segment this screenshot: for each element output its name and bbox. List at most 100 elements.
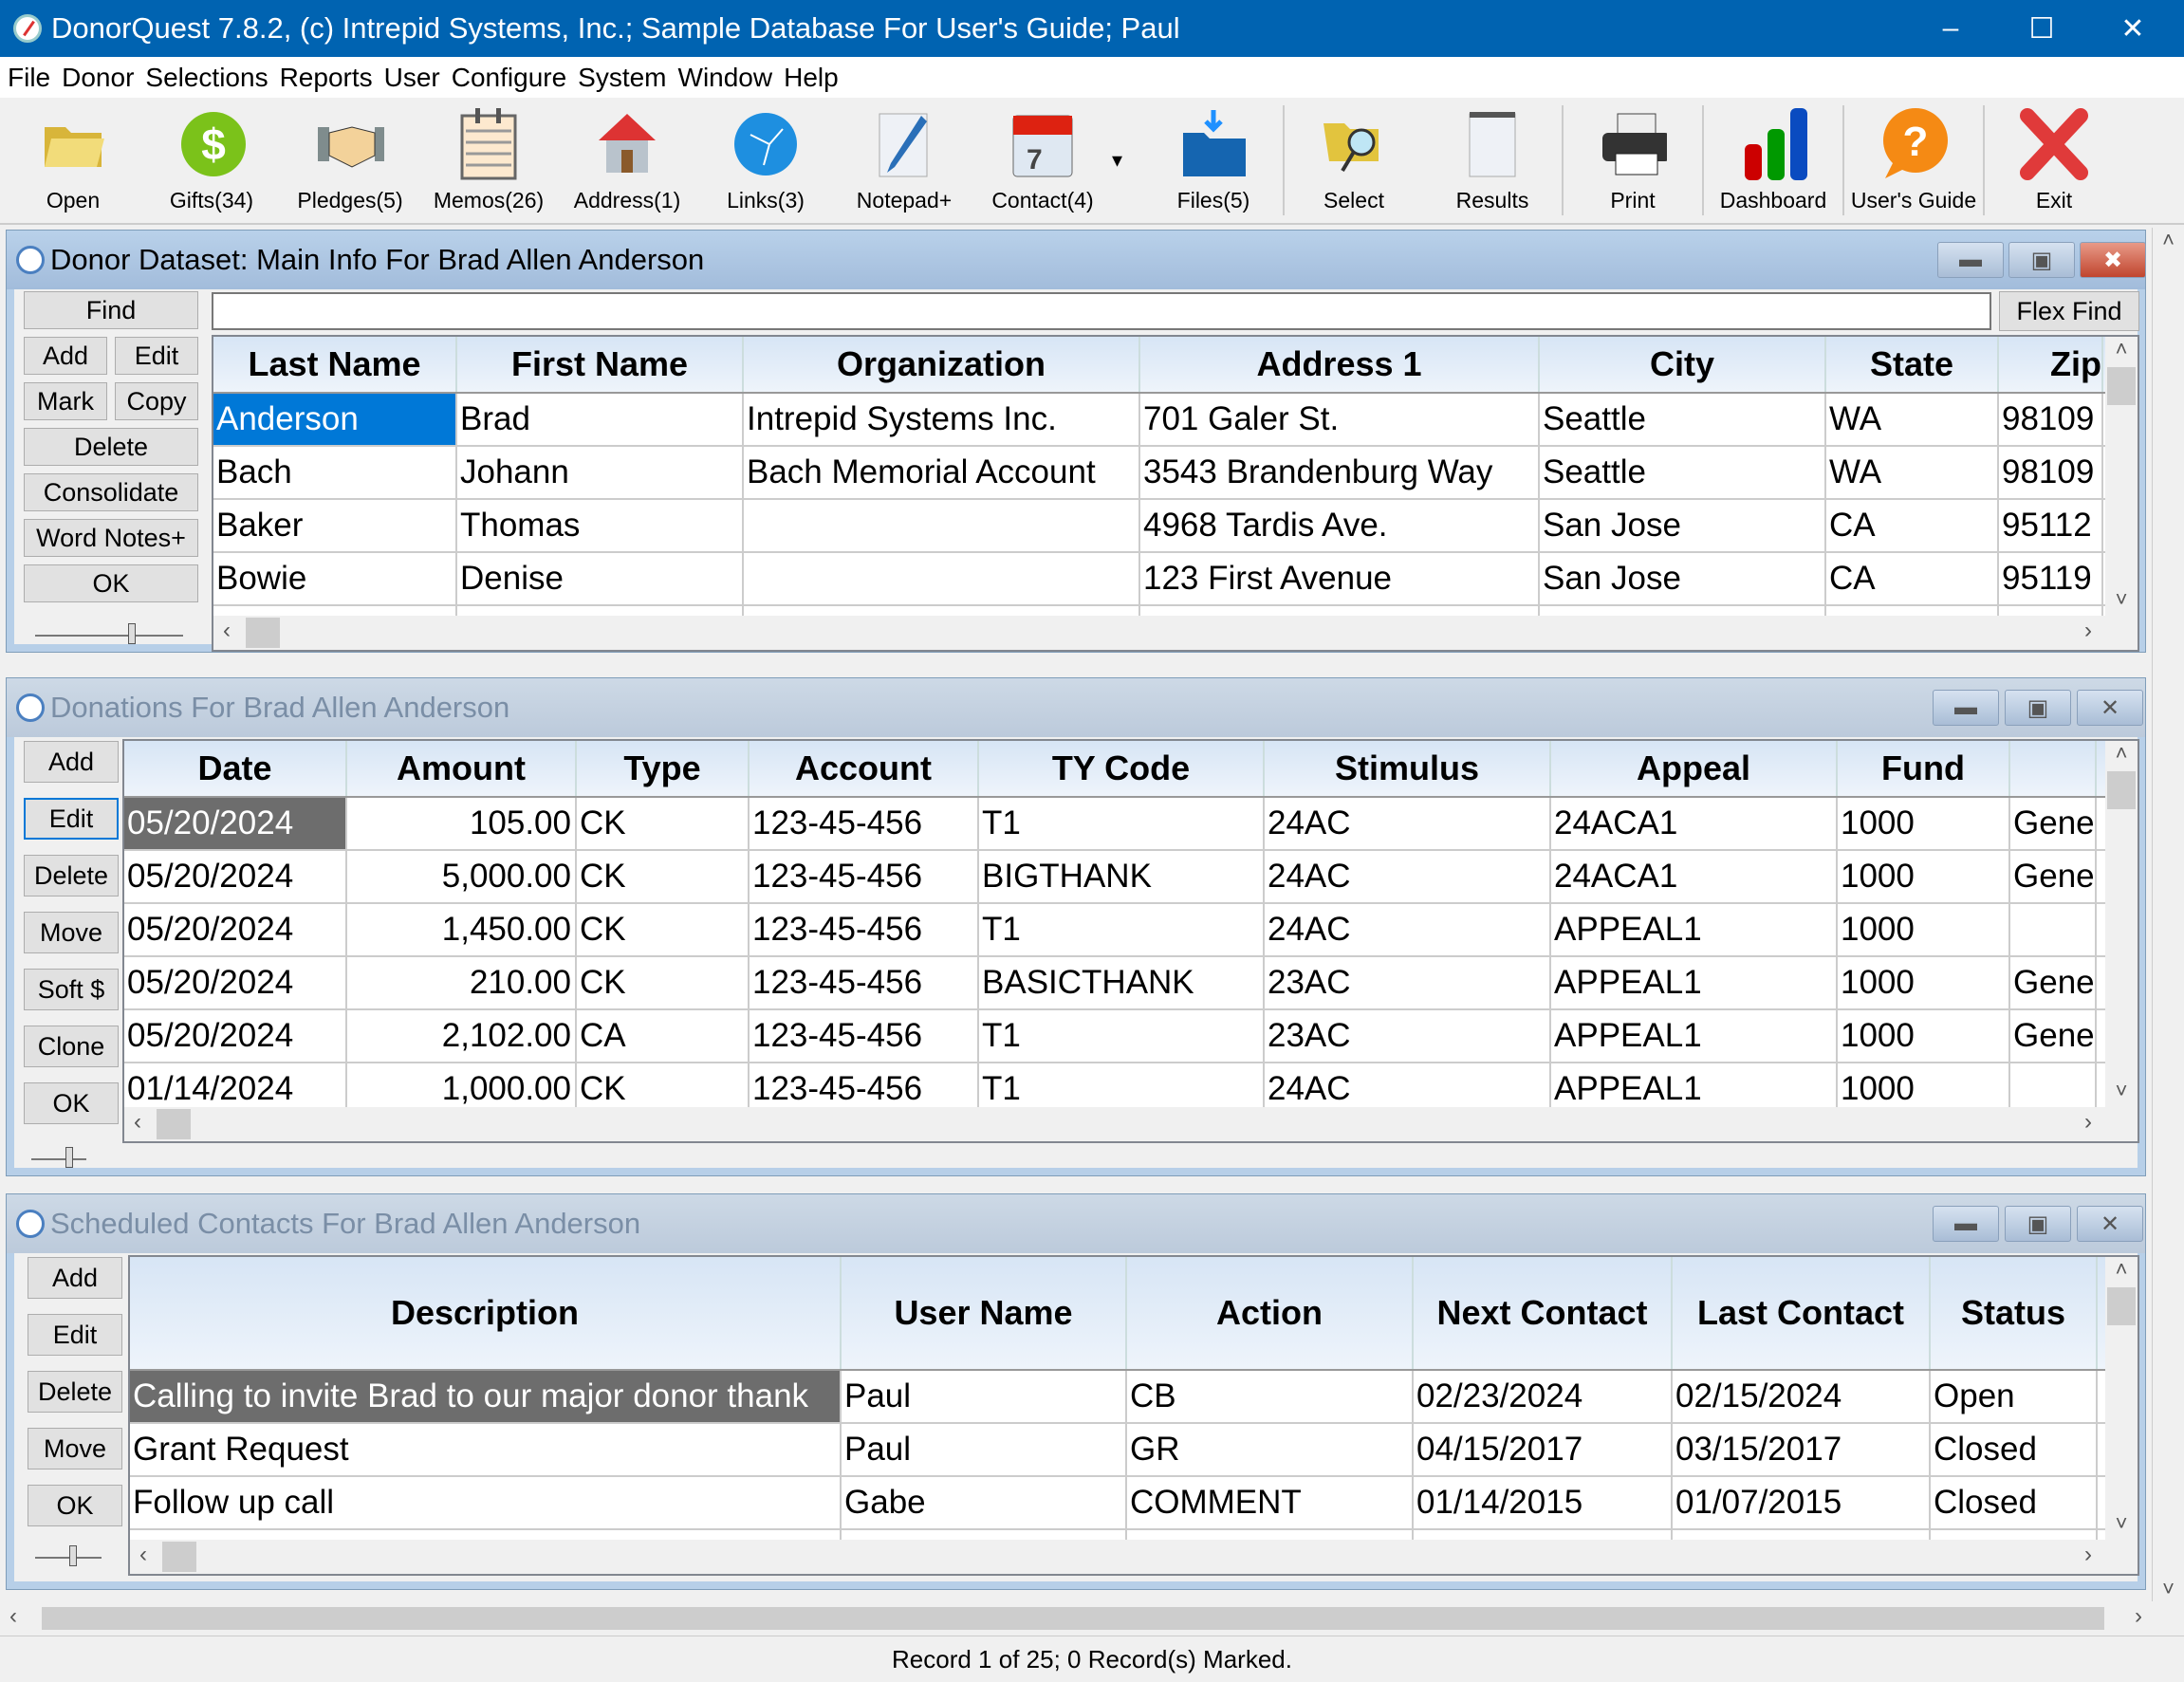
panel-minimize-button[interactable]: ▬: [1933, 1206, 1999, 1242]
table-row[interactable]: Bowie Denise 123 First Avenue San Jose CA 951…: [213, 553, 2105, 606]
consolidate-button[interactable]: Consolidate: [24, 473, 198, 511]
column-header[interactable]: Status: [1931, 1257, 2098, 1369]
table-row[interactable]: 05/20/2024 5,000.00 CK 123-45-456 BIGTHANK 24…: [124, 851, 2105, 904]
column-header[interactable]: Fund: [1838, 741, 2010, 796]
toolbar-contact-button[interactable]: 7 Contact(4): [973, 98, 1112, 223]
toolbar-results-button[interactable]: Results: [1423, 98, 1562, 223]
toolbar-files-button[interactable]: Files(5): [1144, 98, 1283, 223]
add-button[interactable]: Add: [24, 337, 107, 375]
panel-close-button[interactable]: ✕: [2077, 1206, 2143, 1242]
column-header[interactable]: Stimulus: [1265, 741, 1551, 796]
column-header[interactable]: Amount: [347, 741, 577, 796]
table-row[interactable]: Calling to invite Brad to our major dono…: [130, 1371, 2105, 1424]
mark-button[interactable]: Mark: [24, 382, 107, 420]
table-row[interactable]: 05/20/2024 2,102.00 CA 123-45-456 T1 23AC APPE…: [124, 1010, 2105, 1063]
toolbar-notepad-button[interactable]: Notepad+: [835, 98, 973, 223]
donations-ok-button[interactable]: OK: [24, 1082, 119, 1124]
grid-vertical-scrollbar[interactable]: ˄ ˅: [2105, 741, 2138, 1107]
column-header[interactable]: Last Contact: [1673, 1257, 1931, 1369]
contact-dropdown-arrow-icon[interactable]: ▾: [1112, 98, 1144, 223]
contacts-edit-button[interactable]: Edit: [28, 1314, 122, 1356]
panel-maximize-button[interactable]: ▣: [2005, 1206, 2071, 1242]
table-row[interactable]: 01/14/2024 1,000.00 CK 123-45-456 T1 24AC APPE…: [124, 1063, 2105, 1107]
column-header[interactable]: Action: [1127, 1257, 1414, 1369]
menu-user[interactable]: User: [384, 63, 440, 93]
column-header[interactable]: Zip: [1999, 337, 2103, 392]
column-header[interactable]: Date: [124, 741, 347, 796]
maximize-button[interactable]: ☐: [1996, 0, 2087, 57]
column-header[interactable]: City: [1540, 337, 1826, 392]
column-header[interactable]: Address 1: [1140, 337, 1540, 392]
column-header[interactable]: Organization: [744, 337, 1140, 392]
contacts-grid[interactable]: Description User Name Action Next Contact La…: [128, 1255, 2139, 1576]
panel-close-button[interactable]: ✕: [2077, 690, 2143, 726]
column-header[interactable]: Next Contact: [1414, 1257, 1673, 1369]
delete-button[interactable]: Delete: [24, 428, 198, 466]
grid-horizontal-scrollbar[interactable]: ‹ ›: [130, 1540, 2138, 1574]
close-button[interactable]: ✕: [2087, 0, 2178, 57]
table-row[interactable]: Baker Thomas 4968 Tardis Ave. San Jose CA 951…: [213, 500, 2105, 553]
menu-file[interactable]: File: [8, 63, 50, 93]
grid-vertical-scrollbar[interactable]: ˄ ˅: [2105, 337, 2138, 616]
grid-vertical-scrollbar[interactable]: ˄ ˅: [2105, 1257, 2138, 1540]
table-row[interactable]: Follow up call Gabe COMMENT 01/14/2015 01/07…: [130, 1477, 2105, 1530]
toolbar-gifts-button[interactable]: $ Gifts(34): [142, 98, 281, 223]
donations-add-button[interactable]: Add: [24, 741, 119, 783]
minimize-button[interactable]: –: [1905, 0, 1996, 57]
toolbar-pledges-button[interactable]: Pledges(5): [281, 98, 419, 223]
column-header[interactable]: Last Name: [213, 337, 457, 392]
panel-maximize-button[interactable]: ▣: [2005, 690, 2071, 726]
main-vertical-scrollbar[interactable]: ˄ ˅: [2152, 228, 2184, 1601]
word-notes-button[interactable]: Word Notes+: [24, 519, 198, 557]
column-header[interactable]: State: [1826, 337, 1999, 392]
row-height-slider[interactable]: [31, 1147, 86, 1168]
row-height-slider[interactable]: [35, 623, 183, 644]
grid-horizontal-scrollbar[interactable]: ‹ ›: [213, 616, 2138, 650]
table-row[interactable]: Anderson Brad Intrepid Systems Inc. 701 Gal…: [213, 394, 2105, 447]
donations-delete-button[interactable]: Delete: [24, 855, 119, 896]
column-header[interactable]: First Name: [457, 337, 744, 392]
menu-configure[interactable]: Configure: [452, 63, 566, 93]
donations-grid[interactable]: Date Amount Type Account TY Code Stimulus Appe…: [122, 739, 2139, 1143]
table-row[interactable]: Bach Johann Bach Memorial Account 3543 Bran…: [213, 447, 2105, 500]
toolbar-select-button[interactable]: Select: [1285, 98, 1423, 223]
column-header[interactable]: Account: [750, 741, 979, 796]
menu-donor[interactable]: Donor: [62, 63, 134, 93]
column-header[interactable]: [2010, 741, 2097, 796]
flex-find-button[interactable]: Flex Find: [1999, 291, 2139, 331]
column-header[interactable]: User Name: [842, 1257, 1127, 1369]
donations-clone-button[interactable]: Clone: [24, 1026, 119, 1067]
grid-horizontal-scrollbar[interactable]: ‹ ›: [124, 1107, 2138, 1141]
menu-selections[interactable]: Selections: [145, 63, 268, 93]
donations-move-button[interactable]: Move: [24, 912, 119, 953]
contacts-add-button[interactable]: Add: [28, 1257, 122, 1299]
edit-button[interactable]: Edit: [115, 337, 198, 375]
ok-button[interactable]: OK: [24, 564, 198, 602]
menu-window[interactable]: Window: [678, 63, 773, 93]
menu-help[interactable]: Help: [784, 63, 839, 93]
panel-close-button[interactable]: ✖: [2080, 242, 2146, 278]
toolbar-dashboard-button[interactable]: Dashboard: [1704, 98, 1842, 223]
find-input[interactable]: [212, 292, 1991, 330]
contacts-ok-button[interactable]: OK: [28, 1485, 122, 1526]
menu-reports[interactable]: Reports: [280, 63, 373, 93]
table-row[interactable]: 05/20/2024 1,450.00 CK 123-45-456 T1 24AC APPE…: [124, 904, 2105, 957]
panel-minimize-button[interactable]: ▬: [1933, 690, 1999, 726]
toolbar-address-button[interactable]: Address(1): [558, 98, 696, 223]
column-header[interactable]: TY Code: [979, 741, 1265, 796]
donations-edit-button[interactable]: Edit: [24, 798, 119, 840]
toolbar-open-button[interactable]: Open: [4, 98, 142, 223]
menu-system[interactable]: System: [578, 63, 666, 93]
column-header[interactable]: Type: [577, 741, 750, 796]
panel-maximize-button[interactable]: ▣: [2008, 242, 2075, 278]
table-row[interactable]: 05/20/2024 210.00 CK 123-45-456 BASICTHANK 23…: [124, 957, 2105, 1010]
contacts-delete-button[interactable]: Delete: [28, 1371, 122, 1413]
find-button[interactable]: Find: [24, 291, 198, 329]
contacts-move-button[interactable]: Move: [28, 1428, 122, 1469]
column-header[interactable]: Description: [130, 1257, 842, 1369]
toolbar-memos-button[interactable]: Memos(26): [419, 98, 558, 223]
toolbar-links-button[interactable]: Links(3): [696, 98, 835, 223]
donations-soft-button[interactable]: Soft $: [24, 969, 119, 1010]
panel-minimize-button[interactable]: ▬: [1937, 242, 2004, 278]
main-horizontal-scrollbar[interactable]: ‹ ›: [0, 1603, 2152, 1634]
